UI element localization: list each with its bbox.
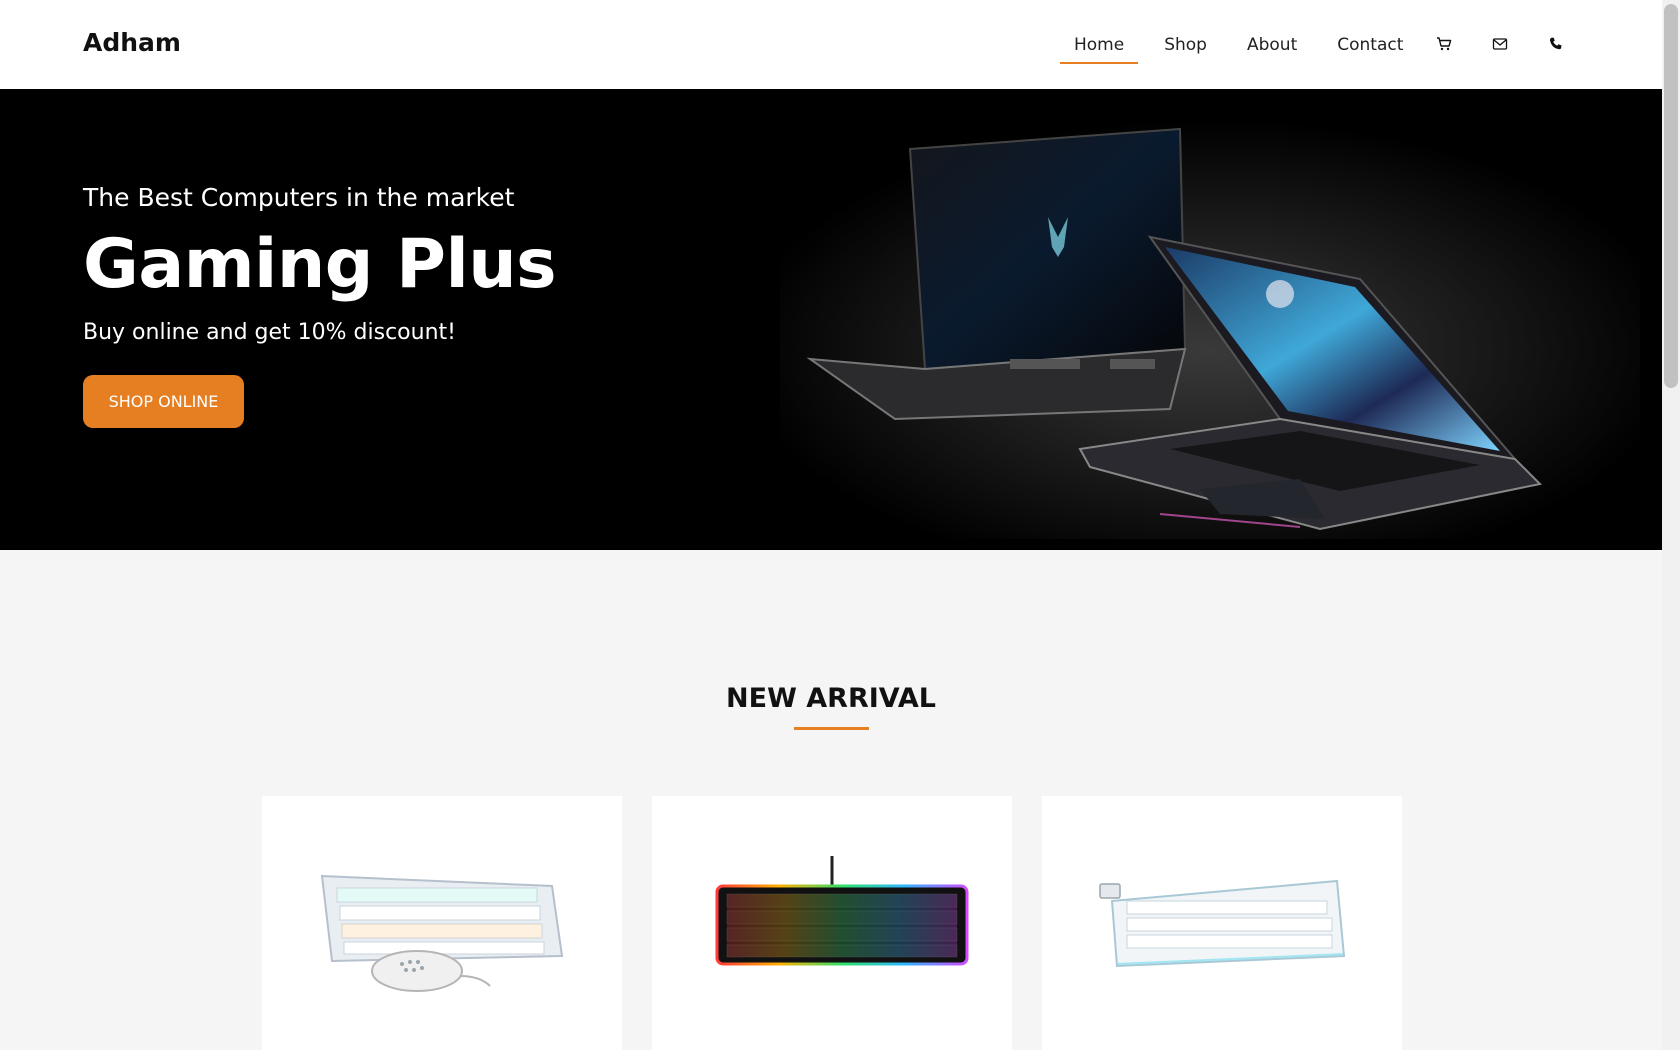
gaming-laptops-image — [780, 119, 1640, 539]
product-image-white-wireless-keyboard — [1099, 879, 1346, 968]
phone-icon[interactable] — [1546, 34, 1566, 54]
site-header: Adham Home Shop About Contact — [0, 0, 1662, 89]
product-image-rgb-keyboard — [715, 856, 969, 966]
nav-about[interactable]: About — [1233, 28, 1311, 64]
product-card[interactable] — [262, 796, 622, 1050]
shop-online-button[interactable]: SHOP ONLINE — [83, 375, 244, 428]
product-image-white-keyboard-mouse — [320, 874, 564, 992]
main-nav: Home Shop About Contact — [1060, 28, 1417, 64]
brand-logo[interactable]: Adham — [83, 28, 181, 57]
nav-shop[interactable]: Shop — [1150, 28, 1221, 64]
product-card[interactable] — [652, 796, 1012, 1050]
cart-icon[interactable] — [1434, 34, 1454, 54]
nav-contact[interactable]: Contact — [1323, 28, 1417, 64]
mail-icon[interactable] — [1490, 34, 1510, 54]
scrollbar-thumb[interactable] — [1664, 4, 1678, 388]
hero-banner: The Best Computers in the market Gaming … — [0, 89, 1662, 550]
hero-title: Gaming Plus — [83, 225, 557, 304]
nav-home[interactable]: Home — [1060, 28, 1139, 64]
product-card[interactable] — [1042, 796, 1402, 1050]
hero-kicker: The Best Computers in the market — [83, 183, 515, 212]
new-arrival-title: NEW ARRIVAL — [726, 683, 936, 714]
hero-subtitle: Buy online and get 10% discount! — [83, 320, 456, 345]
title-underline — [794, 727, 869, 730]
